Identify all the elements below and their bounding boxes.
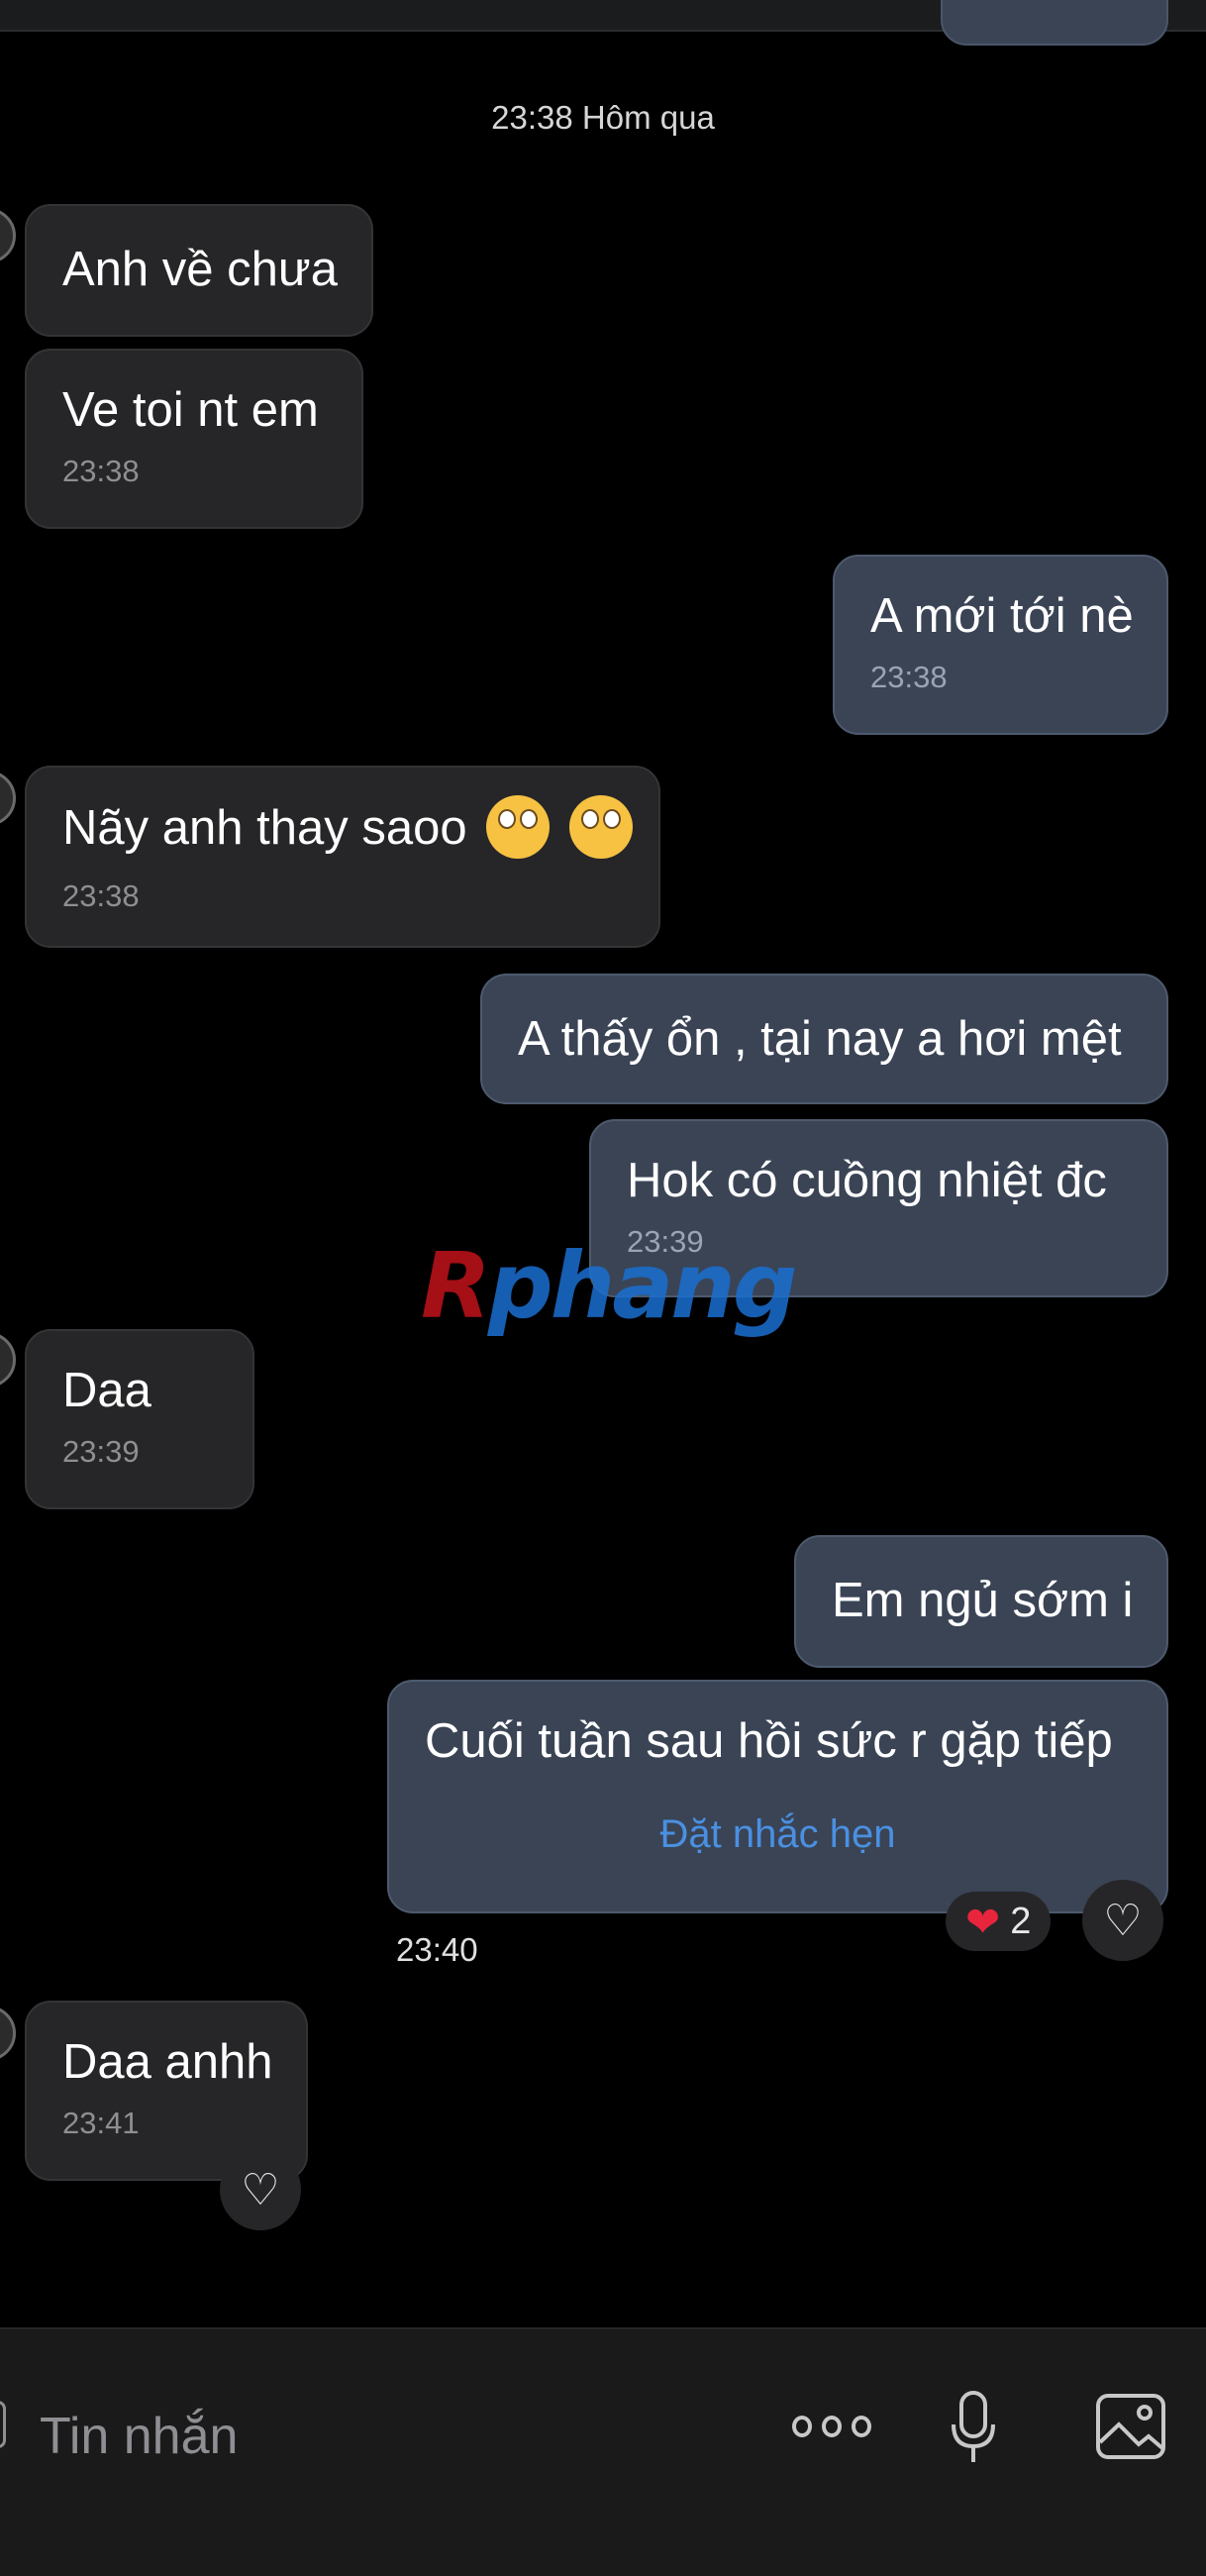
message-text: Daa	[62, 1364, 151, 1417]
set-reminder-link[interactable]: Đặt nhắc hẹn	[425, 1812, 1131, 1857]
rolling-eyes-emoji-icon	[568, 795, 633, 859]
message-time: 23:38	[62, 454, 140, 488]
message-bubble-outgoing[interactable]: Em ngủ sớm i	[794, 1535, 1168, 1668]
message-bubble-incoming[interactable]: Ve toi nt em 23:38	[25, 349, 363, 529]
message-input[interactable]: Tin nhắn	[40, 2407, 238, 2466]
message-text: Daa anhh	[62, 2035, 273, 2089]
message-text: Cuối tuần sau hồi sức r gặp tiếp	[425, 1714, 1113, 1768]
message-text: Em ngủ sớm i	[832, 1574, 1134, 1627]
message-text: Hok có cuồng nhiệt đc	[627, 1154, 1107, 1207]
message-time: 23:38	[62, 878, 140, 913]
message-bubble-outgoing[interactable]: A thấy ổn , tại nay a hơi mệt	[480, 974, 1168, 1104]
heart-outline-icon: ♡	[1103, 1896, 1143, 1945]
rolling-eyes-emoji-icon	[486, 795, 551, 859]
heart-react-button[interactable]: ♡	[1082, 1880, 1163, 1961]
message-time: 23:39	[62, 1434, 140, 1469]
microphone-icon[interactable]	[949, 2391, 998, 2466]
previous-message-bubble	[941, 0, 1168, 46]
message-text: Anh về chưa	[62, 243, 338, 296]
message-bubble-incoming[interactable]: Nãy anh thay saoo 23:38	[25, 766, 660, 948]
heart-outline-icon: ♡	[241, 2165, 280, 2215]
message-bubble-outgoing[interactable]: A mới tới nè 23:38	[833, 555, 1168, 735]
message-timestamp: 23:40	[396, 1931, 478, 1968]
more-options-icon[interactable]	[792, 2407, 871, 2446]
avatar[interactable]	[0, 208, 16, 263]
message-text: Ve toi nt em	[62, 383, 319, 437]
reaction-count: 2	[1010, 1900, 1032, 1942]
avatar[interactable]	[0, 771, 16, 826]
heart-react-button[interactable]: ♡	[220, 2149, 301, 2230]
message-text: A thấy ổn , tại nay a hơi mệt	[518, 1012, 1122, 1066]
message-composer: Tin nhắn	[0, 2327, 1206, 2576]
message-text-content: Nãy anh thay saoo	[62, 800, 467, 855]
red-heart-icon: ❤	[965, 1898, 1001, 1945]
message-text: Nãy anh thay saoo	[62, 795, 633, 863]
message-bubble-incoming[interactable]: Daa 23:39	[25, 1329, 254, 1509]
message-text: A mới tới nè	[870, 589, 1134, 643]
reaction-count-badge[interactable]: ❤ 2	[946, 1892, 1052, 1951]
image-icon[interactable]	[1095, 2393, 1166, 2460]
message-time: 23:38	[870, 660, 948, 694]
sticker-icon[interactable]	[0, 2401, 6, 2448]
date-separator: 23:38 Hôm qua	[491, 99, 715, 136]
message-time: 23:41	[62, 2106, 140, 2140]
message-bubble-incoming[interactable]: Anh về chưa	[25, 204, 373, 337]
avatar[interactable]	[0, 1332, 16, 1388]
watermark-logo: Rphang	[421, 1233, 798, 1339]
avatar[interactable]	[0, 2006, 16, 2061]
message-bubble-outgoing[interactable]: Cuối tuần sau hồi sức r gặp tiếp Đặt nhắ…	[387, 1680, 1168, 1913]
